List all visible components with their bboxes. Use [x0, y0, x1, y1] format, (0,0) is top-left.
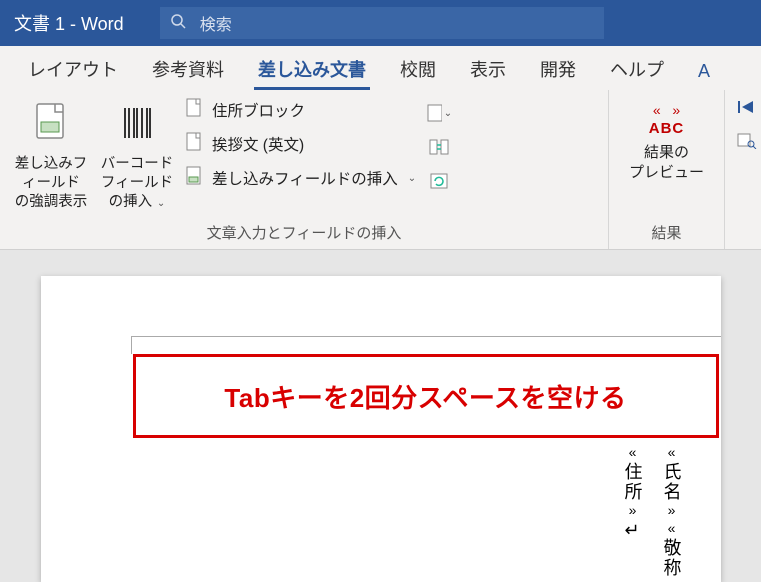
- search-placeholder: 検索: [200, 11, 232, 35]
- first-record-button[interactable]: [735, 98, 757, 121]
- preview-group-label: 結果: [609, 218, 724, 249]
- vertical-merge-fields: «住所»↵ «氏名»«敬称»↵: [619, 444, 685, 582]
- abc-label: ABC: [649, 120, 685, 137]
- chevron-down-icon: ⌄: [444, 108, 452, 119]
- group-write-insert-fields: 差し込みフィールドの強調表示 バーコードフィールドの挿入 ⌄: [0, 90, 609, 249]
- ribbon-right-edge: [725, 90, 761, 249]
- margin-corner-icon: [131, 336, 149, 354]
- margin-guide-icon: [149, 336, 721, 337]
- barcode-icon: [117, 100, 157, 151]
- chevron-down-icon: ⌄: [408, 173, 416, 184]
- merge-field-small-list: 住所ブロック 挨拶文 (英文) 差し込みフィールドの挿入 ⌄: [184, 96, 416, 192]
- abc-quotes-icon: « »: [653, 102, 680, 118]
- instruction-callout: Tabキーを2回分スペースを空ける: [133, 354, 719, 438]
- insert-merge-field-button[interactable]: 差し込みフィールドの挿入 ⌄: [184, 164, 416, 192]
- barcode-field-label: バーコードフィールドの挿入 ⌄: [94, 155, 180, 212]
- page-icon: [184, 131, 204, 158]
- tab-addin[interactable]: A: [694, 53, 714, 90]
- find-recipient-button[interactable]: [735, 131, 757, 154]
- preview-results-label: 結果のプレビュー: [629, 143, 704, 182]
- tab-help[interactable]: ヘルプ: [606, 48, 668, 90]
- tab-developer[interactable]: 開発: [536, 48, 580, 90]
- instruction-text: Tabキーを2回分スペースを空ける: [224, 378, 626, 415]
- preview-results-button[interactable]: « » ABC 結果のプレビュー: [617, 96, 716, 182]
- group-label: 文章入力とフィールドの挿入: [0, 218, 608, 249]
- tab-references[interactable]: 参考資料: [148, 48, 228, 90]
- highlight-merge-fields-icon: [31, 100, 71, 151]
- field-address: «住所»↵: [619, 444, 646, 582]
- title-bar: 文書 1 - Word 検索: [0, 0, 761, 46]
- ribbon: 差し込みフィールドの強調表示 バーコードフィールドの挿入 ⌄: [0, 90, 761, 250]
- tab-mailings[interactable]: 差し込み文書: [254, 48, 370, 90]
- field-name-title: «氏名»«敬称»↵: [658, 444, 685, 582]
- group-preview-results: « » ABC 結果のプレビュー 結果: [609, 90, 725, 249]
- address-block-button[interactable]: 住所ブロック: [184, 96, 416, 124]
- tab-view[interactable]: 表示: [466, 48, 510, 90]
- greeting-line-button[interactable]: 挨拶文 (英文): [184, 130, 416, 158]
- page-green-icon: [184, 165, 204, 192]
- match-fields-button[interactable]: [426, 134, 452, 160]
- update-labels-button[interactable]: [426, 168, 452, 194]
- rules-button[interactable]: ? ⌄: [426, 100, 452, 126]
- highlight-merge-fields-label: 差し込みフィールドの強調表示: [8, 155, 94, 212]
- barcode-field-button[interactable]: バーコードフィールドの挿入 ⌄: [94, 96, 180, 212]
- tab-review[interactable]: 校閲: [396, 48, 440, 90]
- document-title: 文書 1 - Word: [14, 10, 124, 36]
- rules-match-update-column: ? ⌄: [416, 96, 458, 194]
- tab-layout[interactable]: レイアウト: [24, 48, 122, 90]
- search-box[interactable]: 検索: [160, 7, 604, 39]
- ribbon-tabs: レイアウト 参考資料 差し込み文書 校閲 表示 開発 ヘルプ A: [0, 46, 761, 90]
- document-area: Tabキーを2回分スペースを空ける «住所»↵ «氏名»«敬称»↵: [0, 250, 761, 582]
- highlight-merge-fields-button[interactable]: 差し込みフィールドの強調表示: [8, 96, 94, 212]
- search-icon: [170, 13, 186, 34]
- page-icon: [184, 97, 204, 124]
- chevron-down-icon: ⌄: [154, 198, 165, 209]
- document-page[interactable]: Tabキーを2回分スペースを空ける «住所»↵ «氏名»«敬称»↵: [41, 276, 721, 582]
